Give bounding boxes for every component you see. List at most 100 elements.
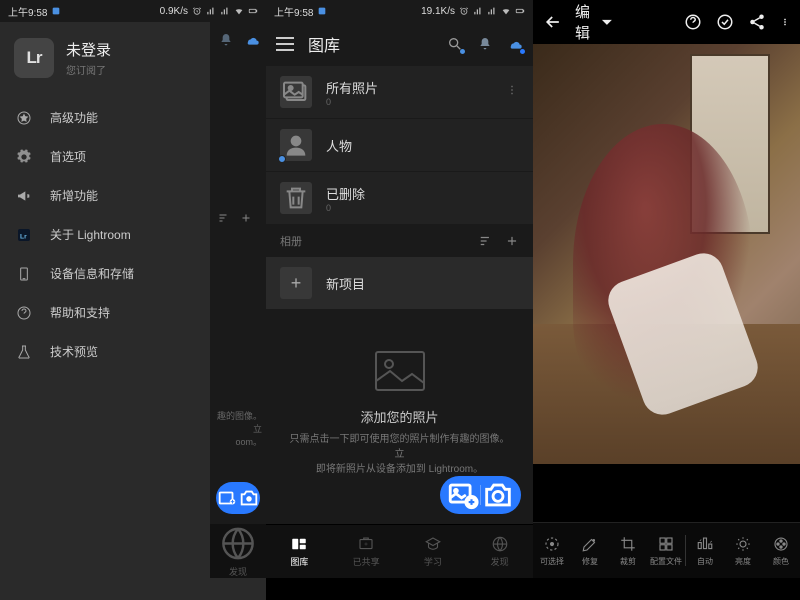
battery-icon: [515, 6, 525, 16]
wifi-icon: [234, 6, 244, 16]
new-project-button[interactable]: + 新项目: [266, 257, 533, 309]
signal-icon: [206, 6, 216, 16]
gallery-item-deleted[interactable]: 已删除 0: [266, 172, 533, 225]
drawer-label: 技术预览: [50, 343, 98, 360]
star-icon: [16, 110, 32, 126]
gallery-item-all-photos[interactable]: 所有照片 0: [266, 66, 533, 119]
gear-icon: [16, 149, 32, 165]
help-button[interactable]: [684, 13, 702, 31]
image-placeholder-icon: [373, 349, 427, 393]
nav-shared[interactable]: 已共享: [333, 525, 400, 578]
chevron-down-icon: [595, 10, 619, 34]
status-bar: 上午9:58 0.9K/s: [0, 0, 266, 22]
person-icon: [280, 129, 312, 161]
item-count: 0: [326, 203, 365, 213]
status-time: 上午9:58: [8, 4, 47, 19]
tool-label: 裁剪: [620, 556, 636, 567]
status-time: 上午9:58: [274, 4, 313, 19]
login-sub: 您订阅了: [66, 62, 111, 77]
discover-icon[interactable]: [210, 524, 266, 563]
item-label: 所有照片: [326, 78, 378, 97]
share-button[interactable]: [748, 13, 766, 31]
page-title: 图库: [308, 32, 433, 56]
cloud-icon[interactable]: [244, 32, 260, 48]
help-icon: [16, 305, 32, 321]
item-label: 人物: [326, 136, 352, 155]
megaphone-icon: [16, 188, 32, 204]
lr-icon: Lr: [16, 227, 32, 243]
fab-container: [440, 476, 521, 514]
app-logo: Lr: [14, 38, 54, 78]
menu-button[interactable]: [276, 37, 294, 51]
color-icon: [772, 535, 790, 553]
login-status[interactable]: 未登录: [66, 39, 111, 60]
nav-label: 已共享: [353, 555, 380, 568]
select-icon: [543, 535, 561, 553]
add-icon[interactable]: [505, 234, 519, 248]
alarm-icon: [459, 6, 469, 16]
photos-icon: [280, 76, 312, 108]
nav-gallery[interactable]: 图库: [266, 525, 333, 578]
background-content: 趣的图像。立 oom。 发现: [210, 22, 266, 578]
cloud-sync-button[interactable]: [507, 36, 523, 52]
search-button[interactable]: [447, 36, 463, 52]
photo-canvas[interactable]: [533, 44, 800, 464]
gallery-icon: [290, 535, 308, 553]
accept-button[interactable]: [716, 13, 734, 31]
alarm-icon: [192, 6, 202, 16]
item-label: 已删除: [326, 184, 365, 203]
tool-label: 可选择: [540, 556, 564, 567]
nav-label: 图库: [290, 555, 308, 568]
tool-select[interactable]: 可选择: [533, 523, 571, 578]
tool-label: 配置文件: [650, 556, 682, 567]
tool-auto[interactable]: 自动: [686, 523, 724, 578]
tool-color[interactable]: 颜色: [762, 523, 800, 578]
nav-discover[interactable]: 发现: [466, 525, 533, 578]
sort-icon[interactable]: [218, 212, 230, 224]
editor-toolbar: 可选择 修复 裁剪 配置文件 自动 亮度 颜色: [533, 522, 800, 578]
trash-icon: [280, 182, 312, 214]
shared-icon: [357, 535, 375, 553]
device-icon: [16, 266, 32, 282]
add-photo-fab[interactable]: [446, 478, 480, 512]
overflow-menu[interactable]: [780, 13, 790, 31]
profile-icon: [657, 535, 675, 553]
tool-label: 自动: [697, 556, 713, 567]
add-photo-icon[interactable]: [216, 482, 238, 514]
tool-heal[interactable]: 修复: [571, 523, 609, 578]
drawer-label: 新增功能: [50, 187, 98, 204]
editor-mode-dropdown[interactable]: 编辑: [575, 1, 619, 43]
back-button[interactable]: [543, 12, 563, 32]
more-icon[interactable]: [505, 83, 519, 102]
tool-light[interactable]: 亮度: [724, 523, 762, 578]
light-icon: [734, 535, 752, 553]
add-icon[interactable]: [240, 212, 252, 224]
signal-icon-2: [487, 6, 497, 16]
tool-crop[interactable]: 裁剪: [609, 523, 647, 578]
status-bar: 上午9:58 19.1K/s: [266, 0, 533, 22]
empty-description: 只需点击一下即可使用您的照片制作有趣的图像。立 即将新照片从设备添加到 Ligh…: [286, 432, 513, 477]
discover-icon: [491, 535, 509, 553]
drawer-label: 帮助和支持: [50, 304, 110, 321]
settings-icon: [317, 6, 327, 16]
plus-icon: +: [280, 267, 312, 299]
camera-fab[interactable]: [481, 478, 515, 512]
nav-learn[interactable]: 学习: [400, 525, 467, 578]
status-speed: 19.1K/s: [421, 6, 455, 17]
camera-icon[interactable]: [238, 482, 260, 514]
flask-icon: [16, 344, 32, 360]
notifications-button[interactable]: [477, 36, 493, 52]
signal-icon: [473, 6, 483, 16]
gallery-item-people[interactable]: 人物: [266, 119, 533, 172]
sort-icon[interactable]: [479, 234, 493, 248]
bell-icon[interactable]: [218, 32, 234, 48]
albums-header: 相册: [266, 225, 533, 257]
tool-profile[interactable]: 配置文件: [647, 523, 685, 578]
auto-icon: [696, 535, 714, 553]
item-count: 0: [326, 97, 378, 107]
editor-bar: 编辑: [533, 0, 800, 44]
drawer-label: 关于 Lightroom: [50, 226, 131, 243]
nav-label: 发现: [491, 555, 509, 568]
peek-text: 趣的图像。立: [210, 409, 262, 435]
learn-icon: [424, 535, 442, 553]
